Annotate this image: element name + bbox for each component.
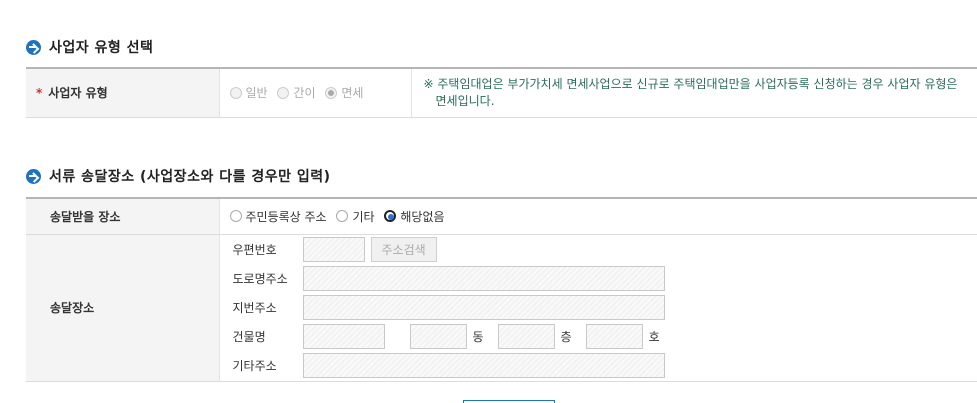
- delivery-address-fields: 우편번호 주소검색 도로명주소 지번주소 건물명 동 층 호 기타주소: [219, 234, 977, 382]
- business-type-options: 일반 간이 면세: [219, 68, 412, 118]
- ho-unit: 호: [648, 330, 660, 344]
- business-type-label-cell: * 사업자 유형: [26, 68, 220, 118]
- ho-input[interactable]: [585, 324, 643, 349]
- dong-unit: 동: [472, 330, 484, 344]
- radio-other[interactable]: 기타: [336, 208, 375, 225]
- radio-tax-exempt[interactable]: 면세: [325, 84, 363, 101]
- road-address-input[interactable]: [302, 266, 665, 291]
- dong-input[interactable]: [409, 324, 467, 349]
- postcode-row: 우편번호 주소검색: [233, 235, 977, 264]
- section-title: 사업자 유형 선택: [49, 40, 154, 56]
- building-row: 건물명 동 층 호: [233, 322, 977, 351]
- delivery-address-label: 송달장소: [26, 234, 220, 382]
- building-name-input[interactable]: [302, 324, 385, 349]
- business-type-note: ※ 주택임대업은 부가가치세 면세사업으로 신규로 주택임대업만을 사업자등록 …: [423, 76, 958, 108]
- lot-address-row: 지번주소: [233, 293, 977, 322]
- business-type-note-cell: ※ 주택임대업은 부가가치세 면세사업으로 신규로 주택임대업만을 사업자등록 …: [411, 68, 977, 118]
- section-business-type-header: 사업자 유형 선택: [26, 37, 153, 57]
- business-type-label: 사업자 유형: [48, 86, 108, 101]
- arrow-circle-icon: [26, 168, 41, 184]
- radio-simple[interactable]: 간이: [277, 84, 316, 101]
- etc-address-row: 기타주소: [233, 351, 977, 380]
- arrow-circle-icon: [26, 39, 41, 55]
- radio-not-applicable[interactable]: 해당없음: [384, 208, 445, 225]
- lot-address-label: 지번주소: [232, 301, 277, 315]
- floor-input[interactable]: [497, 324, 555, 349]
- delivery-place-options: 주민등록상 주소 기타 해당없음: [219, 198, 977, 235]
- road-address-row: 도로명주소: [233, 264, 977, 293]
- radio-resident-address[interactable]: 주민등록상 주소: [229, 208, 327, 225]
- postcode-label: 우편번호: [232, 243, 277, 257]
- required-mark: *: [36, 86, 43, 101]
- delivery-table: 송달받을 장소 주민등록상 주소 기타 해당없음 송달장소 우편번호 주소검색 …: [26, 197, 977, 382]
- business-type-table: * 사업자 유형 일반 간이 면세 ※ 주택임대업은 부가가치세 면세사업으로 신…: [26, 67, 977, 118]
- section-title: 서류 송달장소 (사업장소와 다를 경우만 입력): [49, 169, 331, 185]
- road-address-label: 도로명주소: [232, 272, 288, 286]
- lot-address-input[interactable]: [302, 295, 665, 320]
- building-label: 건물명: [232, 330, 266, 344]
- delivery-place-label: 송달받을 장소: [26, 198, 220, 235]
- etc-address-input[interactable]: [302, 353, 665, 378]
- address-search-button[interactable]: 주소검색: [370, 237, 437, 262]
- etc-address-label: 기타주소: [232, 359, 277, 373]
- radio-general[interactable]: 일반: [229, 84, 268, 101]
- section-delivery-header: 서류 송달장소 (사업장소와 다를 경우만 입력): [26, 166, 331, 186]
- floor-unit: 층: [560, 330, 572, 344]
- postcode-input[interactable]: [302, 237, 365, 262]
